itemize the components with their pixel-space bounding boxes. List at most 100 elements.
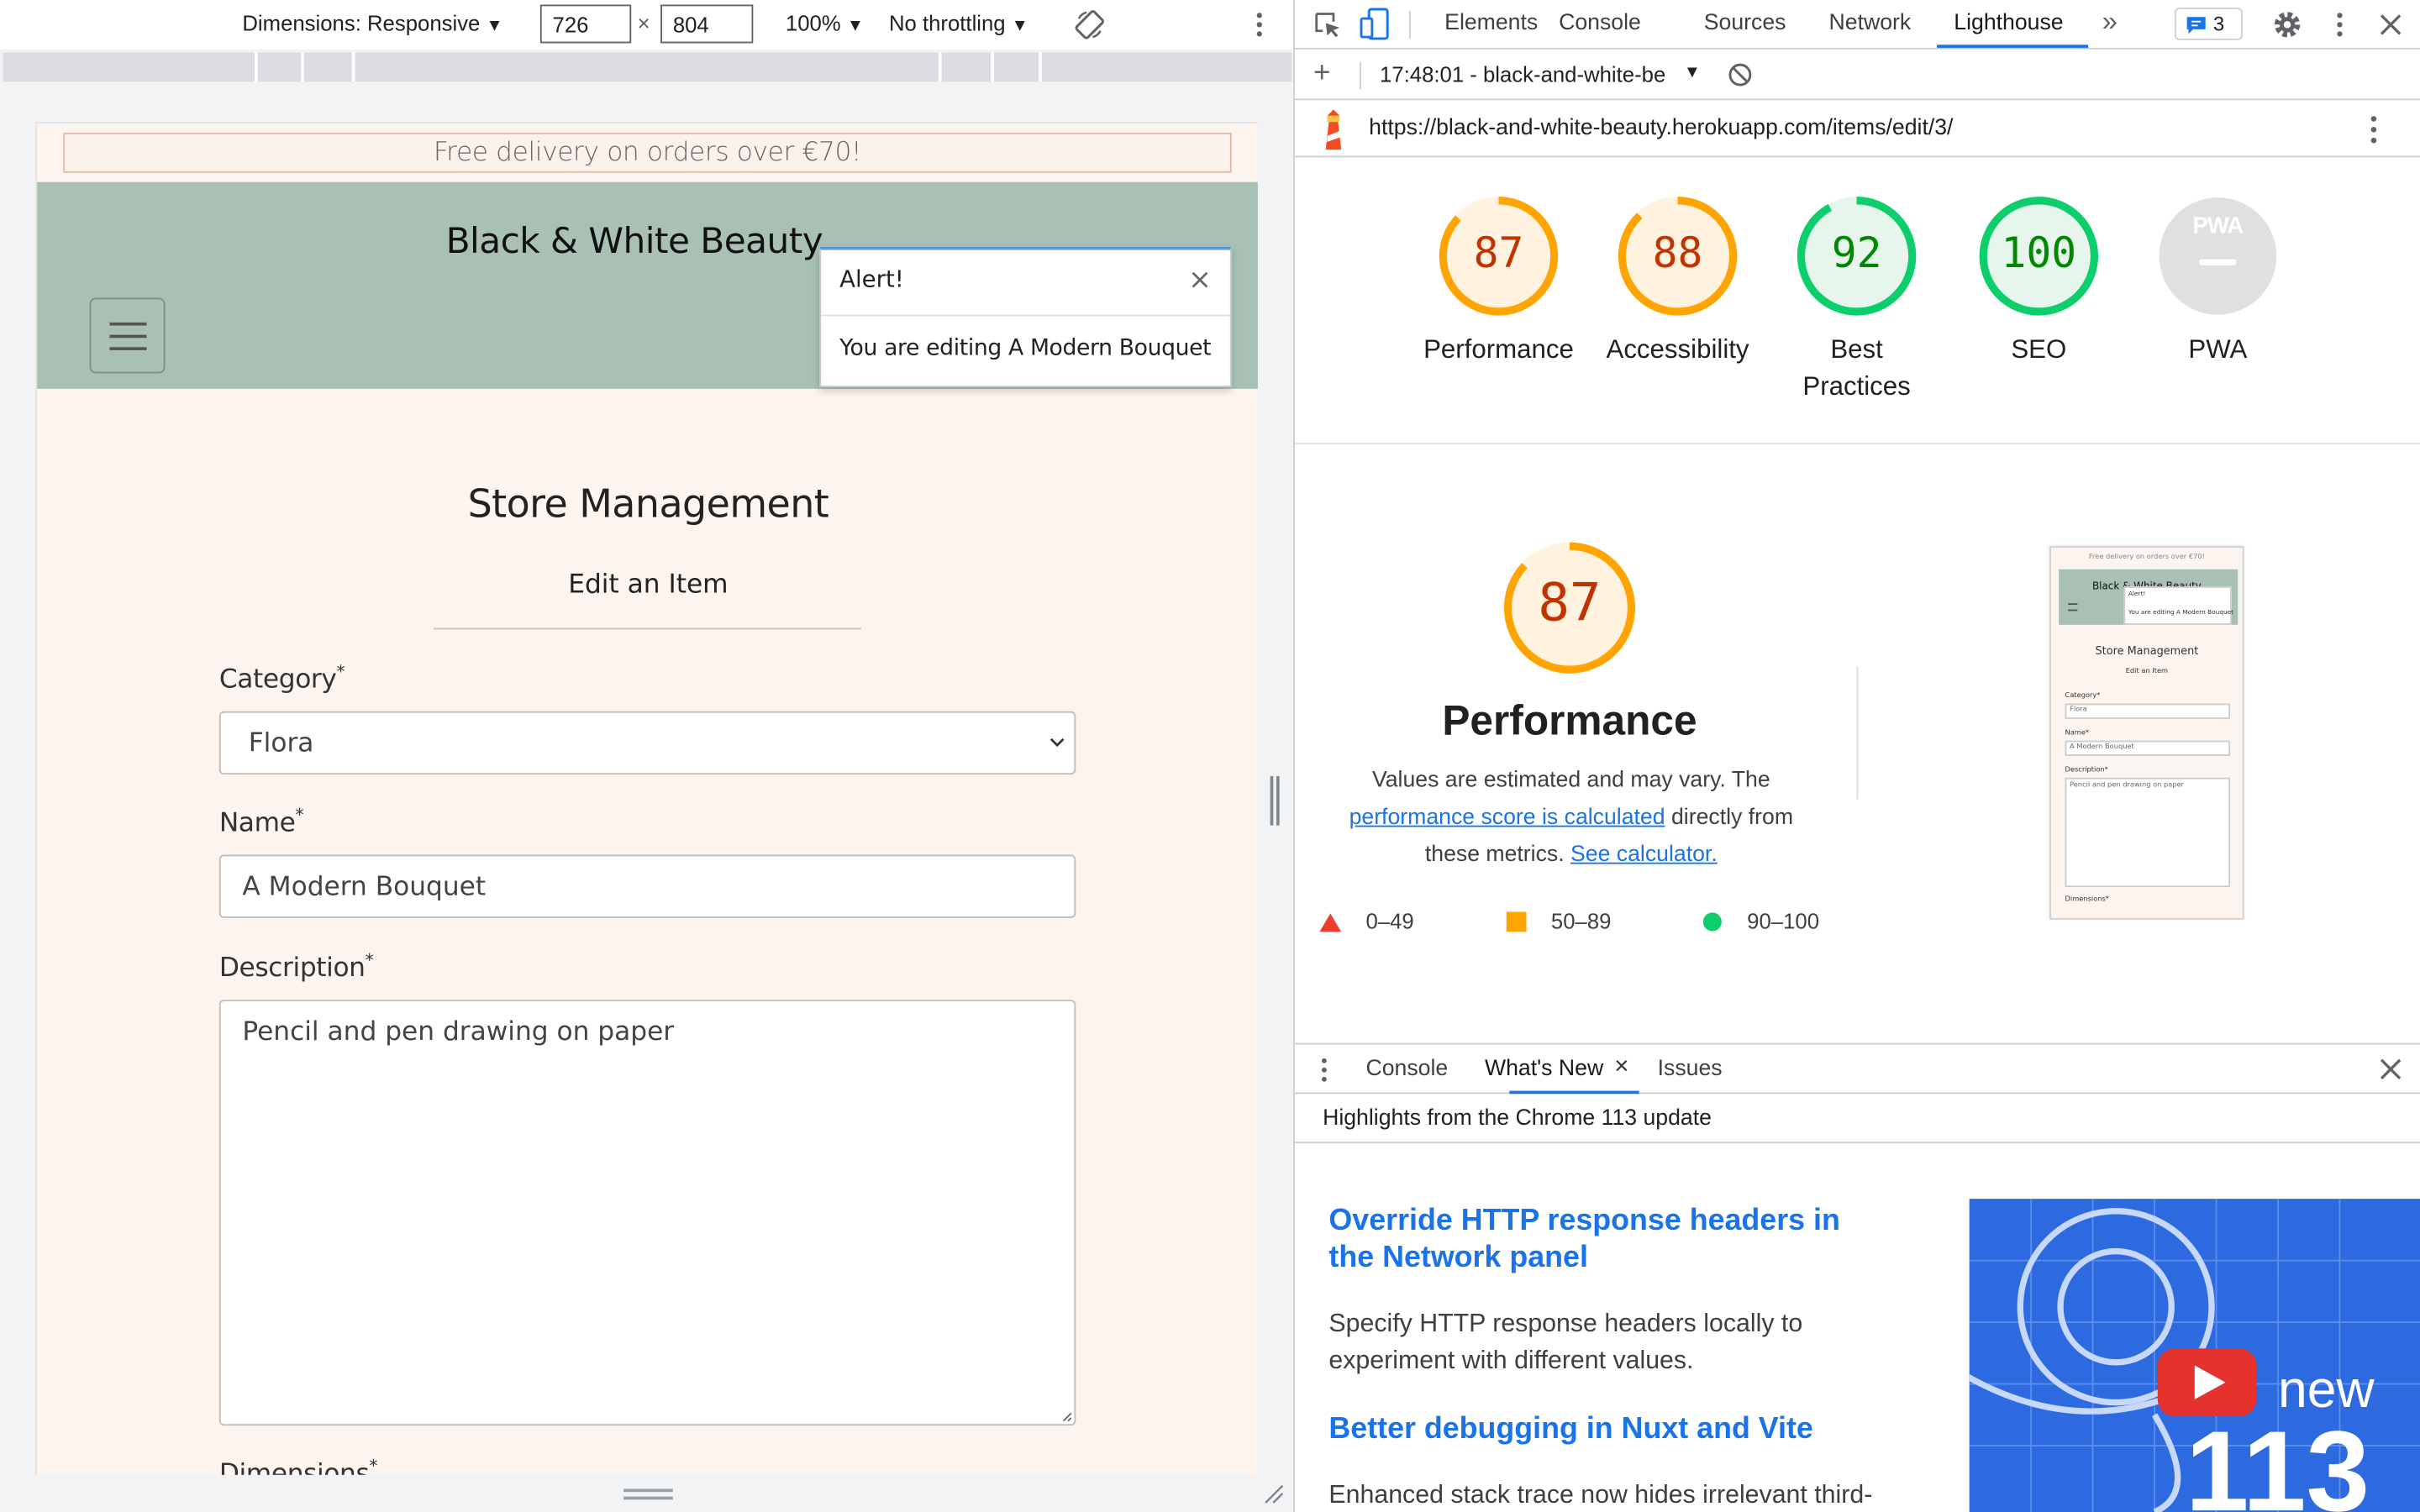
device-emulation-pane: Dimensions: Responsive ▼ 726 × 804 100% … [0,0,1294,1512]
score-label: Accessibility [1606,334,1749,365]
legend-average-range: 50–89 [1550,908,1612,934]
performance-score: 87 [1538,572,1602,634]
inspect-element-icon[interactable] [1312,9,1343,40]
zoom-dropdown[interactable]: 100% ▼ [786,11,864,35]
devtools-tabbar: Elements Console Sources Network Lightho… [1295,0,2420,50]
score-gauge-performance[interactable]: 87 [1437,194,1560,318]
close-drawer-icon[interactable] [2380,1058,2402,1080]
fail-triangle-icon [1319,913,1342,932]
feature-description: Enhanced stack trace now hides irrelevan… [1328,1481,1873,1509]
gear-icon[interactable] [2272,9,2303,40]
rotate-icon[interactable] [1074,9,1105,40]
score-value: 100 [2001,229,2077,278]
clear-icon[interactable] [1727,61,1753,87]
height-input[interactable]: 804 [660,4,754,44]
dropdown-arrow-icon: ▼ [1683,63,1701,82]
tab-console[interactable]: Console [1559,11,1641,35]
description-label: Description* [218,950,374,984]
tab-sources[interactable]: Sources [1704,11,1786,35]
issues-badge[interactable]: 3 [2174,8,2243,40]
close-icon[interactable]: × [1614,1053,1628,1081]
score-calculation-link[interactable]: performance score is calculated [1349,806,1665,830]
resize-side-handle[interactable] [1269,775,1281,826]
delivery-banner: Free delivery on orders over €70! [63,132,1232,173]
drawer-tab-whats-new[interactable]: What's New [1485,1057,1603,1081]
pwa-badge[interactable]: PWA [2156,194,2280,318]
drawer-tab-console[interactable]: Console [1366,1057,1449,1081]
performance-title: Performance [1442,697,1697,744]
tab-lighthouse[interactable]: Lighthouse [1954,11,2063,35]
whats-new-video-thumbnail[interactable]: new 113 [1969,1199,2420,1512]
pwa-label: PWA [2188,334,2248,365]
close-icon[interactable]: × [1188,264,1212,297]
pass-circle-icon [1702,912,1722,932]
close-icon[interactable] [2378,13,2402,37]
hamburger-icon [109,322,147,326]
kebab-vertical-icon[interactable] [1250,11,1269,39]
feature-link-nuxt-vite[interactable]: Better debugging in Nuxt and Vite [1328,1410,1812,1447]
dropdown-arrow-icon: ▼ [486,17,503,36]
drawer-tab-issues[interactable]: Issues [1658,1057,1723,1081]
active-tab-indicator [1937,45,2089,48]
category-select[interactable]: Flora [218,711,1076,775]
score-value: 87 [1473,229,1524,278]
resize-handle-icon[interactable] [1062,1412,1073,1423]
score-gauge-seo[interactable]: 100 [1977,194,2101,318]
score-value: 92 [1831,229,1882,278]
more-tabs-icon[interactable]: » [2102,6,2118,39]
whats-new-heading: Highlights from the Chrome 113 update [1295,1094,2420,1144]
score-gauge-accessibility[interactable]: 88 [1616,194,1739,318]
lighthouse-toolbar: + 17:48:01 - black-and-white-be ▼ [1295,49,2420,101]
lighthouse-logo-icon [1325,109,1342,150]
width-input[interactable]: 726 [539,4,632,44]
kebab-vertical-icon[interactable] [1318,1057,1331,1083]
divider [1295,443,2420,444]
calculator-link[interactable]: See calculator. [1570,843,1718,867]
chevron-down-icon [1050,738,1065,748]
resize-corner-icon[interactable] [1262,1483,1284,1504]
menu-toggle-button[interactable] [89,297,166,374]
message-icon [2186,17,2206,34]
alert-message: You are editing A Modern Bouquet [839,336,1212,361]
drawer-tabbar: Console What's New × Issues [1295,1042,2420,1095]
resize-bottom-handle[interactable] [35,1474,1258,1512]
divider [1856,666,1859,800]
alert-toast: Alert! × You are editing A Modern Bouque… [819,246,1232,388]
feature-link-override-headers[interactable]: Override HTTP response headers in the Net… [1328,1202,1839,1276]
tab-network[interactable]: Network [1829,11,1912,35]
new-report-icon[interactable]: + [1313,57,1330,91]
throttling-dropdown[interactable]: No throttling ▼ [889,11,1028,35]
device-toolbar: Dimensions: Responsive ▼ 726 × 804 100% … [0,0,1294,50]
legend-pass-range: 90–100 [1747,908,1819,934]
device-toolbar-icon[interactable] [1360,8,1391,41]
feature-description: Specify HTTP response headers locally to… [1328,1310,1803,1375]
score-label: Best Practices [1802,334,1911,402]
times-icon: × [637,10,650,36]
emulated-viewport: Free delivery on orders over €70! Black … [35,122,1258,1475]
dimensions-dropdown[interactable]: Dimensions: Responsive ▼ [242,11,502,35]
media-query-ruler[interactable] [3,52,1292,82]
divider [434,627,861,630]
report-url-bar: https://black-and-white-beauty.herokuapp… [1295,100,2420,158]
alert-title: Alert! [839,265,904,293]
description-textarea[interactable]: Pencil and pen drawing on paper [218,1000,1076,1426]
page-subtitle: Edit an Item [568,569,729,601]
dropdown-arrow-icon: ▼ [846,17,864,36]
final-screenshot-thumbnail[interactable]: Free delivery on orders over €70! Black … [2049,546,2244,920]
kebab-vertical-icon[interactable] [2365,114,2383,145]
category-label: Category* [218,661,345,696]
tab-elements[interactable]: Elements [1444,11,1538,35]
dimensions-label: Dimensions* [218,1456,378,1475]
dropdown-arrow-icon: ▼ [1011,17,1028,36]
score-value: 88 [1652,229,1703,278]
report-selector[interactable]: 17:48:01 - black-and-white-be [1380,61,1676,86]
score-label: SEO [2011,334,2067,365]
name-input[interactable]: A Modern Bouquet [218,854,1076,918]
performance-description: Values are estimated and may vary. The p… [1349,768,1794,868]
page-title: Store Management [467,481,829,527]
kebab-vertical-icon[interactable] [2330,11,2349,39]
score-gauge-best-practices[interactable]: 92 [1795,194,1918,318]
devtools-panel: Elements Console Sources Network Lightho… [1293,0,2420,1512]
report-url[interactable]: https://black-and-white-beauty.herokuapp… [1369,116,1953,140]
video-version-number: 113 [2185,1407,2370,1512]
